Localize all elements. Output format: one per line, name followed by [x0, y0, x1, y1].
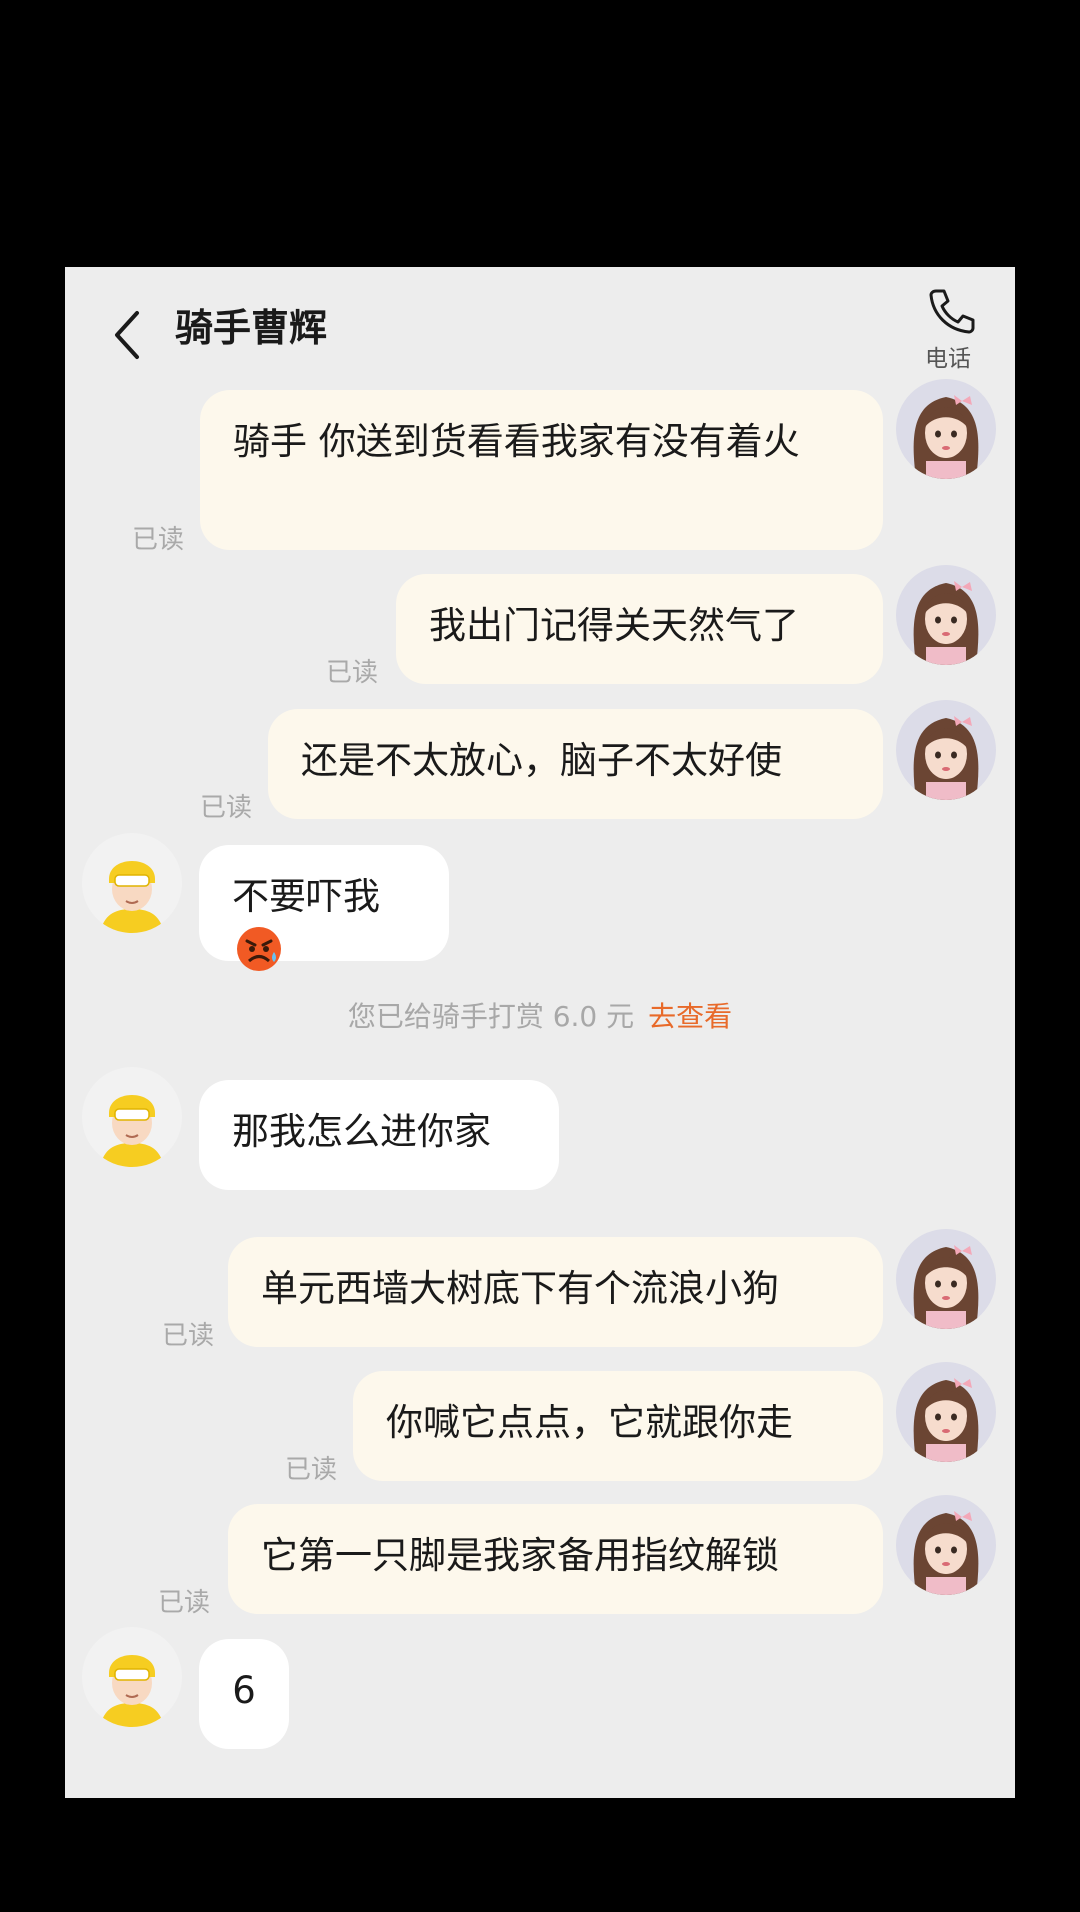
message-bubble: 它第一只脚是我家备用指纹解锁 — [228, 1504, 883, 1614]
user-avatar[interactable] — [896, 379, 996, 479]
message-bubble: 骑手 你送到货看看我家有没有着火 — [200, 390, 883, 550]
read-receipt: 已读 — [200, 793, 253, 823]
rider-avatar[interactable] — [82, 833, 182, 933]
read-receipt: 已读 — [158, 1588, 211, 1618]
user-avatar[interactable] — [896, 1362, 996, 1462]
chat-title: 骑手曹辉 — [175, 306, 328, 350]
message-bubble: 不要吓我 — [199, 845, 449, 971]
message-bubble: 还是不太放心，脑子不太好使 — [268, 709, 883, 819]
read-receipt: 已读 — [285, 1455, 338, 1485]
scared-face-emoji-icon — [237, 926, 281, 971]
chat-screen: 骑手曹辉 电话 已读 骑手 你送到货看看我家有没有着火 已读 我出门记得关天然气… — [65, 267, 1015, 1798]
read-receipt: 已读 — [326, 658, 379, 688]
message-text: 不要吓我 — [232, 875, 380, 918]
user-avatar[interactable] — [896, 1495, 996, 1595]
read-receipt: 已读 — [132, 525, 185, 555]
back-arrow-icon[interactable] — [107, 305, 147, 365]
user-avatar[interactable] — [896, 700, 996, 800]
tip-notice: 您已给骑手打赏 6.0 元去查看 — [65, 995, 1015, 1035]
rider-avatar[interactable] — [82, 1627, 182, 1727]
rider-avatar[interactable] — [82, 1067, 182, 1167]
user-avatar[interactable] — [896, 565, 996, 665]
message-bubble: 你喊它点点，它就跟你走 — [353, 1371, 883, 1481]
read-receipt: 已读 — [162, 1321, 215, 1351]
tip-notice-text: 您已给骑手打赏 6.0 元 — [347, 1000, 635, 1033]
user-avatar[interactable] — [896, 1229, 996, 1329]
message-bubble: 单元西墙大树底下有个流浪小狗 — [228, 1237, 883, 1347]
message-bubble: 我出门记得关天然气了 — [396, 574, 883, 684]
message-bubble: 6 — [199, 1639, 289, 1749]
view-tip-link[interactable]: 去查看 — [648, 1000, 732, 1033]
chat-header: 骑手曹辉 电话 — [65, 267, 1015, 377]
message-bubble: 那我怎么进你家 — [199, 1080, 559, 1190]
phone-icon[interactable] — [920, 285, 980, 335]
phone-label[interactable]: 电话 — [913, 339, 983, 373]
